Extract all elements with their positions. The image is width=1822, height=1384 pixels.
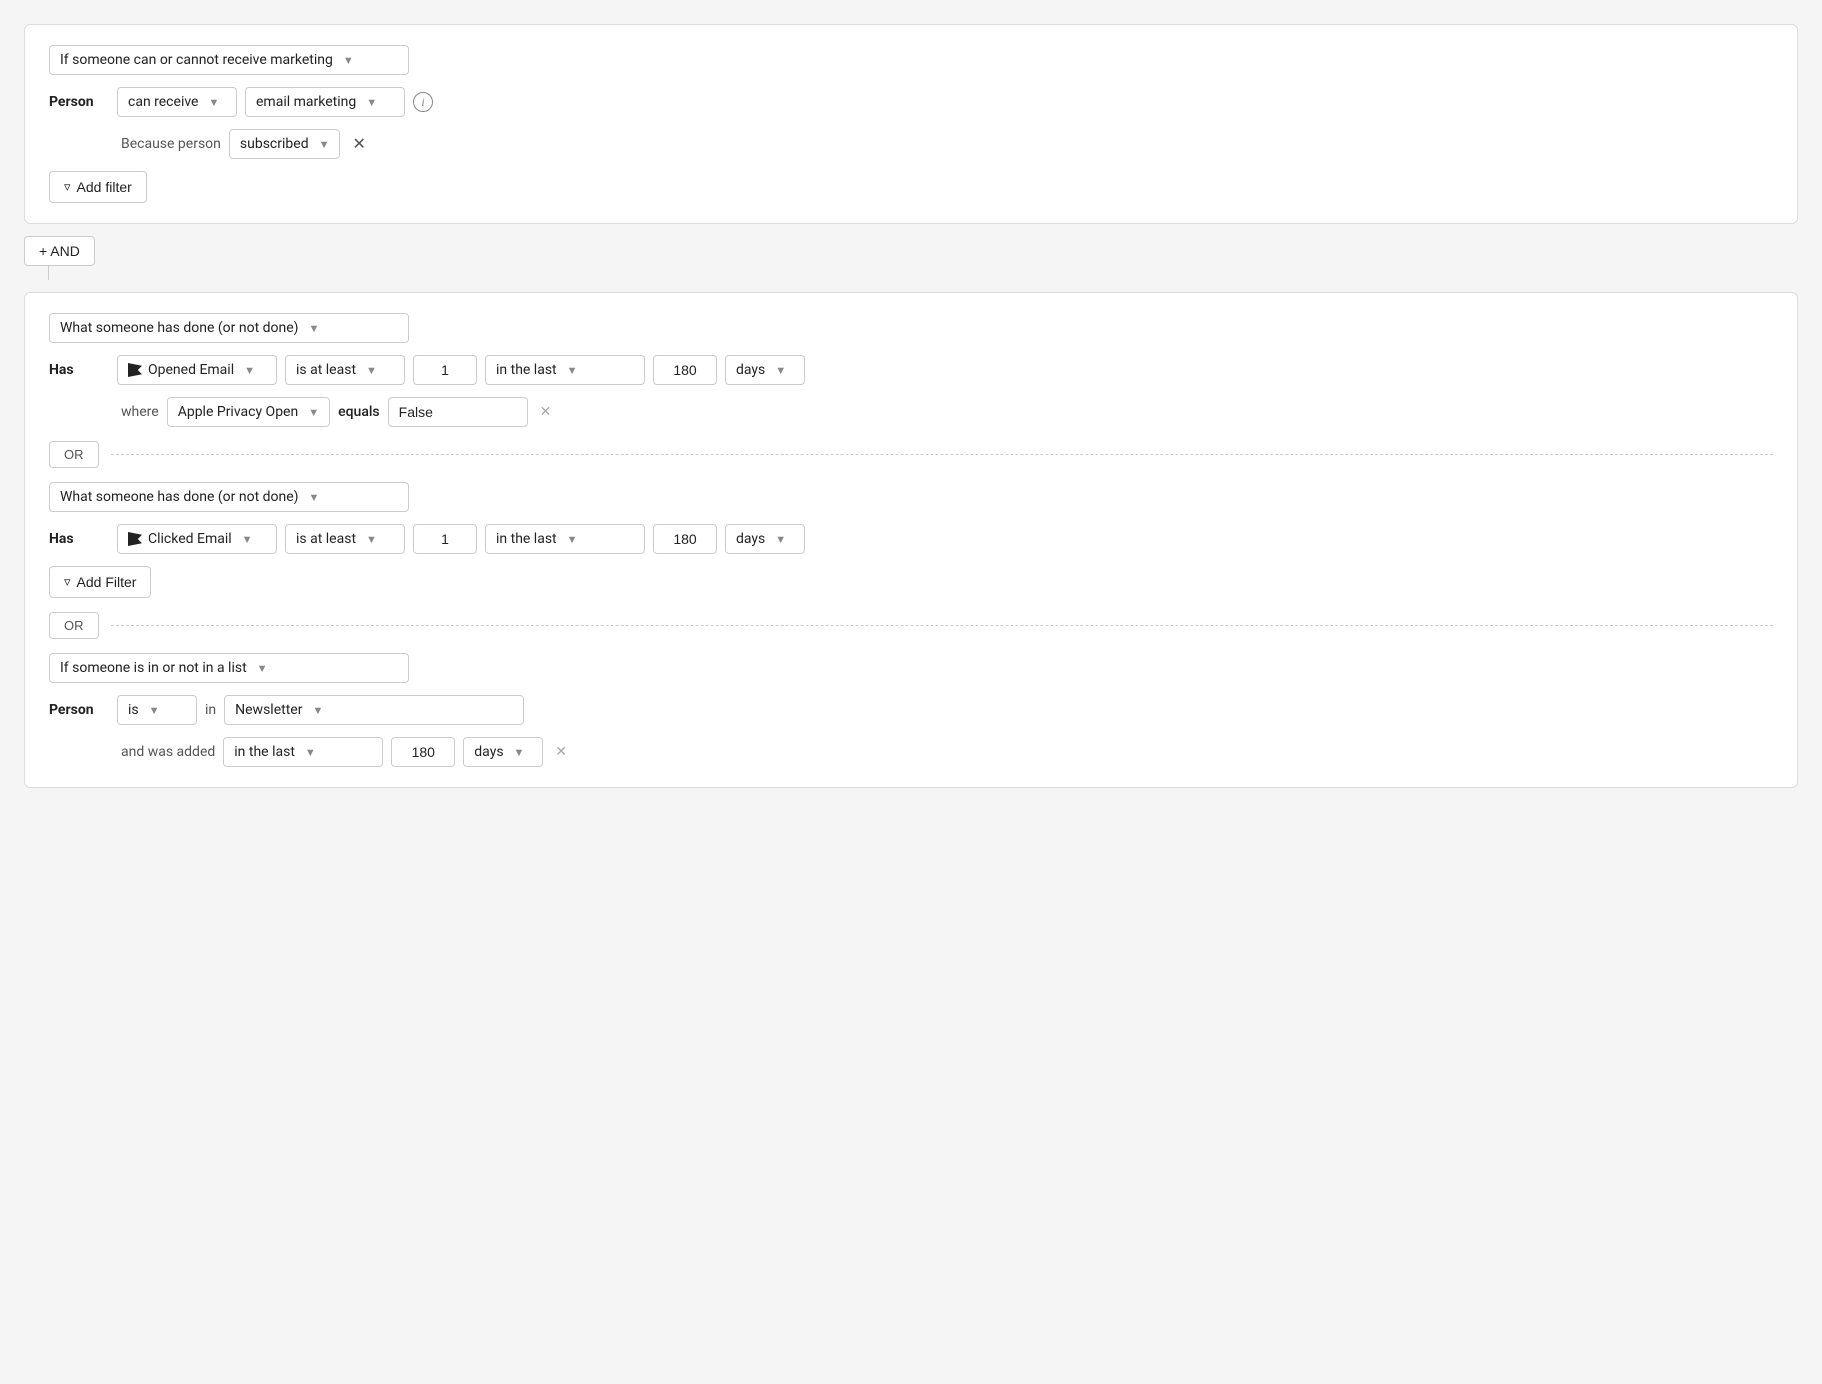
chevron-down-icon-clicked: ▼ (242, 533, 253, 546)
block-list-condition-inner: If someone is in or not in a list ▼ Pers… (49, 653, 1773, 767)
flag-icon-clicked (128, 532, 142, 546)
can-receive-value: can receive (128, 94, 198, 110)
chevron-down-icon-in-last-4: ▼ (305, 746, 316, 759)
or-button-2[interactable]: OR (49, 612, 99, 639)
block-clicked-email-inner: What someone has done (or not done) ▼ Ha… (49, 482, 1773, 598)
close-and-was-added-button[interactable]: ✕ (551, 742, 571, 762)
add-filter-button-1[interactable]: ▿ Add filter (49, 171, 147, 203)
close-where-filter-button[interactable]: ✕ (536, 402, 556, 422)
chevron-down-icon-3: ▼ (309, 491, 320, 504)
or-divider-1: OR (49, 441, 1773, 468)
has-label-2: Has (49, 362, 109, 378)
block-opened-email: What someone has done (or not done) ▼ Ha… (24, 292, 1798, 788)
is-at-least-dropdown-1[interactable]: is at least ▼ (285, 355, 405, 385)
count-input-1[interactable] (413, 355, 477, 385)
is-value-4: is (128, 702, 139, 718)
apple-privacy-value: Apple Privacy Open (178, 404, 299, 420)
is-dropdown-4[interactable]: is ▼ (117, 695, 197, 725)
condition-type-dropdown-4[interactable]: If someone is in or not in a list ▼ (49, 653, 409, 683)
can-receive-dropdown[interactable]: can receive ▼ (117, 87, 237, 117)
chevron-down-icon-4: ▼ (257, 662, 268, 675)
condition-type-label-4: If someone is in or not in a list (60, 660, 247, 676)
chevron-down-icon-is-4: ▼ (149, 704, 160, 717)
condition-type-label-2: What someone has done (or not done) (60, 320, 299, 336)
condition-type-label-1: If someone can or cannot receive marketi… (60, 52, 333, 68)
or-line-1 (111, 454, 1774, 455)
list-dropdown-4[interactable]: Newsletter ▼ (224, 695, 524, 725)
days-unit-dropdown-2[interactable]: days ▼ (725, 524, 805, 554)
in-the-last-dropdown-1[interactable]: in the last ▼ (485, 355, 645, 385)
false-value-input[interactable] (388, 397, 528, 427)
chevron-down-icon-marketing: ▼ (366, 96, 377, 109)
marketing-type-dropdown[interactable]: email marketing ▼ (245, 87, 405, 117)
or-divider-2: OR (49, 612, 1773, 639)
chevron-down-icon-days-4: ▼ (514, 746, 525, 759)
chevron-down-icon-2: ▼ (309, 322, 320, 335)
in-the-last-dropdown-4[interactable]: in the last ▼ (223, 737, 383, 767)
chevron-down-icon-days-2: ▼ (775, 533, 786, 546)
chevron-down-icon-in-last-1: ▼ (567, 364, 578, 377)
is-at-least-dropdown-2[interactable]: is at least ▼ (285, 524, 405, 554)
chevron-down-icon-list-4: ▼ (312, 704, 323, 717)
and-connector-line (48, 266, 49, 280)
opened-email-value: Opened Email (148, 362, 234, 378)
equals-label: equals (338, 404, 380, 420)
chevron-down-icon-opened: ▼ (244, 364, 255, 377)
chevron-down-icon-is-at-least-1: ▼ (366, 364, 377, 377)
opened-email-dropdown[interactable]: Opened Email ▼ (117, 355, 277, 385)
subscribed-value: subscribed (240, 136, 309, 152)
clicked-email-value: Clicked Email (148, 531, 232, 547)
in-label-4: in (205, 702, 216, 718)
in-the-last-value-1: in the last (496, 362, 557, 378)
block-marketing-condition: If someone can or cannot receive marketi… (24, 24, 1798, 224)
chevron-down-icon-can-receive: ▼ (208, 96, 219, 109)
and-button[interactable]: + AND (24, 236, 95, 266)
days-count-input-1[interactable] (653, 355, 717, 385)
condition-type-label-3: What someone has done (or not done) (60, 489, 299, 505)
count-input-2[interactable] (413, 524, 477, 554)
in-the-last-value-2: in the last (496, 531, 557, 547)
person-label-4: Person (49, 702, 109, 718)
condition-type-dropdown-3[interactable]: What someone has done (or not done) ▼ (49, 482, 409, 512)
list-value-4: Newsletter (235, 702, 302, 718)
apple-privacy-dropdown[interactable]: Apple Privacy Open ▼ (167, 397, 330, 427)
subscribed-dropdown[interactable]: subscribed ▼ (229, 129, 341, 159)
days-unit-value-2: days (736, 531, 765, 547)
chevron-down-icon-days-1: ▼ (775, 364, 786, 377)
chevron-down-icon-apple: ▼ (308, 406, 319, 419)
or-button-1[interactable]: OR (49, 441, 99, 468)
chevron-down-icon-is-at-least-2: ▼ (366, 533, 377, 546)
close-because-person-button[interactable]: ✕ (348, 134, 369, 154)
days-unit-value-1: days (736, 362, 765, 378)
days-unit-dropdown-1[interactable]: days ▼ (725, 355, 805, 385)
is-at-least-value-2: is at least (296, 531, 356, 547)
where-label: where (121, 404, 159, 420)
funnel-icon-3: ▿ (64, 574, 71, 590)
funnel-icon-1: ▿ (64, 179, 71, 195)
days-count-input-2[interactable] (653, 524, 717, 554)
days-unit-dropdown-4[interactable]: days ▼ (463, 737, 543, 767)
is-at-least-value-1: is at least (296, 362, 356, 378)
days-unit-value-4: days (474, 744, 503, 760)
add-filter-button-3[interactable]: ▿ Add Filter (49, 566, 151, 598)
in-the-last-value-4: in the last (234, 744, 295, 760)
flag-icon-opened (128, 363, 142, 377)
and-was-added-label: and was added (121, 744, 215, 760)
person-label-1: Person (49, 94, 109, 110)
chevron-down-icon-subscribed: ▼ (319, 138, 330, 151)
days-count-input-4[interactable] (391, 737, 455, 767)
clicked-email-dropdown[interactable]: Clicked Email ▼ (117, 524, 277, 554)
marketing-type-value: email marketing (256, 94, 356, 110)
has-label-3: Has (49, 531, 109, 547)
because-person-label: Because person (121, 136, 221, 152)
chevron-down-icon-in-last-2: ▼ (567, 533, 578, 546)
in-the-last-dropdown-2[interactable]: in the last ▼ (485, 524, 645, 554)
or-line-2 (111, 625, 1774, 626)
and-connector: + AND (24, 236, 1798, 280)
condition-type-dropdown-2[interactable]: What someone has done (or not done) ▼ (49, 313, 409, 343)
chevron-down-icon-1: ▼ (343, 54, 354, 67)
info-icon[interactable]: i (413, 92, 433, 112)
condition-type-dropdown-1[interactable]: If someone can or cannot receive marketi… (49, 45, 409, 75)
